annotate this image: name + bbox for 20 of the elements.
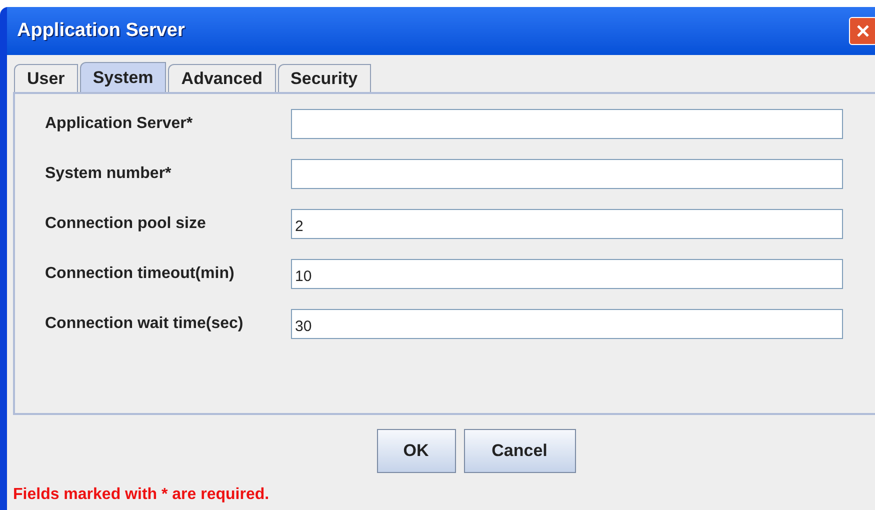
close-icon [855, 23, 871, 39]
required-note: Fields marked with * are required. [13, 485, 270, 505]
field-label: Connection pool size [45, 214, 207, 234]
input-field[interactable] [291, 109, 843, 139]
field-label: Connection wait time(sec) [45, 314, 244, 334]
dialog-button[interactable]: OK [376, 429, 456, 473]
tab[interactable]: User [14, 64, 78, 92]
input-field[interactable] [291, 159, 843, 189]
field-label: Application Server* [45, 114, 194, 134]
tab[interactable]: Security [278, 64, 371, 92]
input-field[interactable]: 30 [291, 309, 843, 339]
dialog-button[interactable]: Cancel [464, 429, 576, 473]
field-label: Connection timeout(min) [45, 264, 236, 284]
close-button[interactable] [849, 17, 875, 45]
tab[interactable]: System [80, 62, 166, 92]
input-field[interactable]: 10 [291, 259, 843, 289]
input-field[interactable]: 2 [291, 209, 843, 239]
window-title: Application Server [16, 18, 185, 43]
field-label: System number* [45, 164, 172, 184]
tab[interactable]: Advanced [168, 64, 276, 92]
